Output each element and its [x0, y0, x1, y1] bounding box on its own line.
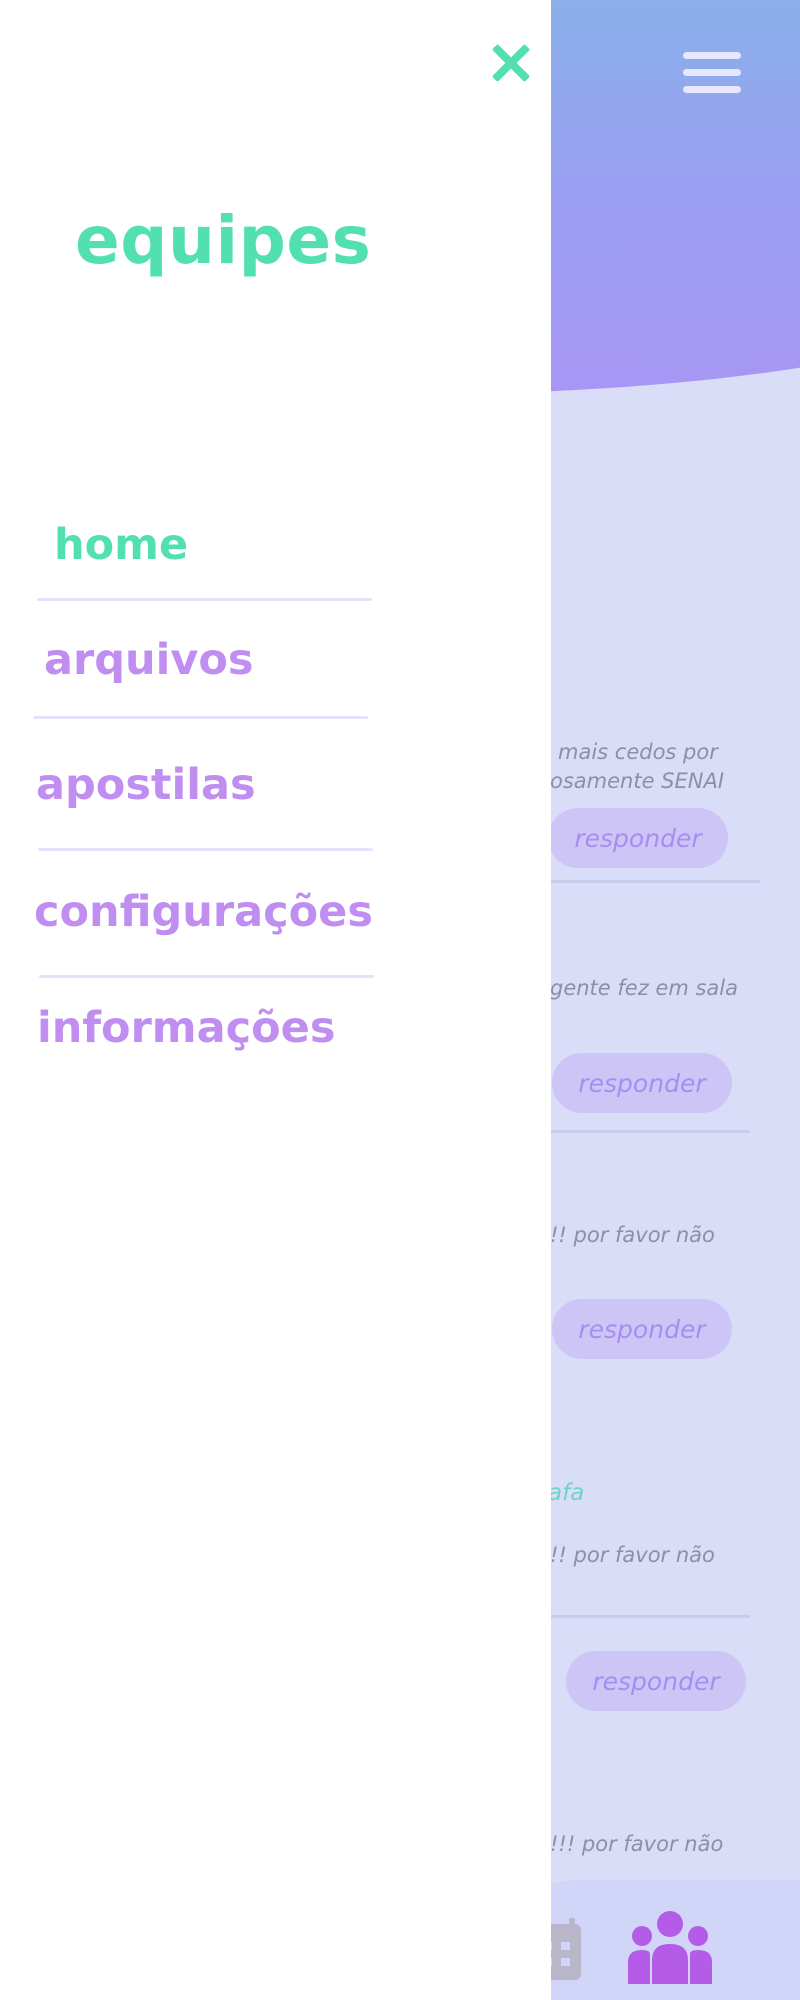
- reply-button[interactable]: responder: [552, 1299, 732, 1359]
- message-text: osamente SENAI: [550, 769, 725, 793]
- divider: [545, 880, 760, 883]
- navigation-drawer: equipes home arquivos apostilas configur…: [0, 0, 551, 2000]
- message-text: !! por favor não: [550, 1223, 715, 1247]
- message-text: mais cedos por: [558, 740, 718, 764]
- menu-divider: [38, 848, 373, 851]
- reply-button[interactable]: responder: [552, 1053, 732, 1113]
- message-author: afa: [548, 1480, 585, 1506]
- reply-button[interactable]: responder: [566, 1651, 746, 1711]
- message-text: !! por favor não: [550, 1543, 715, 1567]
- menu-item-home[interactable]: home: [54, 520, 188, 570]
- menu-divider: [39, 975, 374, 978]
- menu-item-configuracoes[interactable]: configurações: [34, 887, 373, 937]
- divider: [545, 1615, 750, 1618]
- team-icon[interactable]: [628, 1910, 712, 1984]
- message-text: gente fez em sala: [550, 976, 738, 1000]
- reply-button[interactable]: responder: [548, 808, 728, 868]
- menu-divider: [37, 598, 372, 601]
- menu-item-informacoes[interactable]: informações: [37, 1003, 335, 1053]
- message-text: !!! por favor não: [550, 1832, 724, 1856]
- close-icon[interactable]: [486, 40, 536, 90]
- divider: [545, 1130, 750, 1133]
- menu-divider: [33, 716, 368, 719]
- hamburger-menu-icon[interactable]: [683, 52, 745, 94]
- menu-item-arquivos[interactable]: arquivos: [44, 635, 254, 685]
- drawer-title: equipes: [75, 202, 372, 279]
- menu-item-apostilas[interactable]: apostilas: [36, 760, 256, 810]
